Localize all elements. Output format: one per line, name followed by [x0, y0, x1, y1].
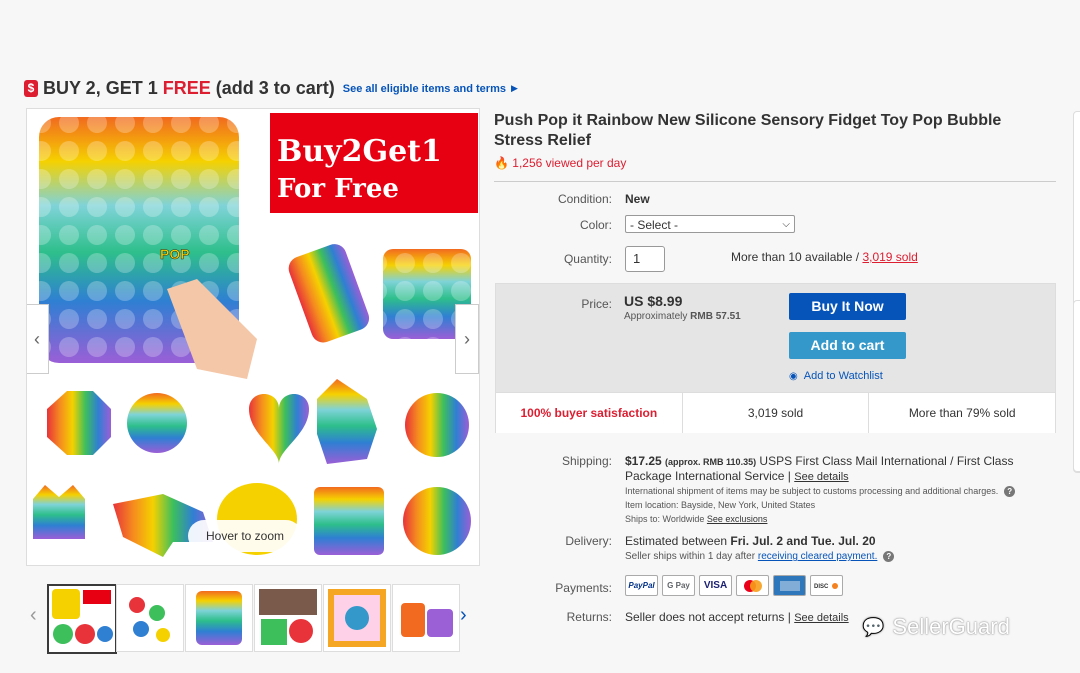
- color-label: Color:: [579, 218, 612, 232]
- thumbnail-1[interactable]: [47, 584, 117, 654]
- returns-policy: Seller does not accept returns |: [625, 610, 791, 624]
- help-icon[interactable]: ?: [883, 551, 895, 562]
- add-to-watchlist-link[interactable]: ◉ Add to Watchlist: [789, 370, 883, 382]
- color-selected-value: - Select -: [630, 218, 679, 232]
- watermark-text: SellerGuard: [892, 614, 1010, 639]
- stats-bar: 100% buyer satisfaction 3,019 sold More …: [496, 392, 1055, 433]
- add-to-cart-button[interactable]: Add to cart: [789, 332, 906, 359]
- views-text: 1,256 viewed per day: [512, 156, 627, 170]
- promo-text: BUY 2, GET 1: [43, 78, 158, 98]
- pop-text: POP: [160, 246, 190, 262]
- banner-line1: Buy2Get1: [277, 134, 442, 169]
- returns-see-details-link[interactable]: See details: [794, 612, 848, 624]
- see-exclusions-link[interactable]: See exclusions: [707, 514, 768, 524]
- cleared-payment-link[interactable]: receiving cleared payment.: [758, 551, 878, 562]
- discover-icon: DISC: [810, 575, 843, 596]
- visa-icon: VISA: [699, 575, 732, 596]
- paypal-icon: PayPal: [625, 575, 658, 596]
- eye-icon: ◉: [789, 371, 798, 382]
- chevron-down-icon: ⌵: [782, 219, 790, 230]
- google-pay-icon: G Pay: [662, 575, 695, 596]
- promo-terms-link[interactable]: See all eligible items and terms: [343, 83, 506, 95]
- thumb-prev-icon[interactable]: ‹: [30, 604, 37, 627]
- quantity-label: Quantity:: [563, 252, 612, 266]
- shipping-line2: Package International Service | See deta…: [625, 469, 849, 483]
- condition-label: Condition:: [557, 192, 612, 206]
- shipping-label: Shipping:: [561, 454, 612, 468]
- views-per-day: 🔥 1,256 viewed per day: [494, 156, 626, 170]
- ships-to-text: Ships to: Worldwide: [625, 514, 705, 524]
- thumbnail-5[interactable]: [323, 584, 391, 652]
- banner-line2: For Free: [277, 174, 399, 204]
- sold-count: 3,019 sold: [683, 393, 870, 433]
- availability: More than 10 available / 3,019 sold: [731, 250, 918, 264]
- next-image-button[interactable]: ›: [455, 304, 479, 374]
- approx-value: RMB 57.51: [690, 311, 741, 322]
- shipping-line1: $17.25 (approx. RMB 110.35) USPS First C…: [625, 454, 1013, 468]
- delivery-label: Delivery:: [565, 534, 612, 548]
- price-value: US $8.99: [624, 293, 683, 309]
- product-collage-image: POP Buy2Get1 For Free: [33, 113, 478, 557]
- shipping-note: International shipment of items may be s…: [625, 486, 1016, 497]
- shipping-service-cont: Package International Service |: [625, 469, 791, 483]
- shipping-see-details-link[interactable]: See details: [794, 471, 848, 483]
- thumbnail-2[interactable]: [116, 584, 184, 652]
- mastercard-icon: [736, 575, 769, 596]
- delivery-dates: Fri. Jul. 2 and Tue. Jul. 20: [730, 534, 876, 548]
- prev-image-button[interactable]: ‹: [27, 304, 49, 374]
- promo-free-text: FREE: [162, 78, 211, 98]
- thumbnail-6[interactable]: [392, 584, 460, 652]
- divider: [494, 181, 1056, 182]
- shipping-note-text: International shipment of items may be s…: [625, 486, 999, 496]
- payments-label: Payments:: [555, 581, 612, 595]
- sold-percent: More than 79% sold: [908, 406, 1016, 420]
- buyer-satisfaction: 100% buyer satisfaction: [496, 393, 683, 433]
- amex-icon: [773, 575, 806, 596]
- shipping-approx: (approx. RMB 110.35): [665, 457, 757, 467]
- payment-methods: PayPal G Pay VISA DISC: [625, 575, 843, 596]
- returns-text: Seller does not accept returns | See det…: [625, 610, 849, 624]
- returns-label: Returns:: [566, 610, 612, 624]
- thumbnail-strip: ‹ ›: [30, 584, 480, 654]
- shipping-service: USPS First Class Mail International / Fi…: [759, 454, 1014, 468]
- product-title: Push Pop it Rainbow New Silicone Sensory…: [494, 112, 1002, 149]
- available-text: More than 10 available /: [731, 250, 860, 264]
- side-panel-edge-2: [1073, 300, 1080, 472]
- watermark: 💬 SellerGuard: [862, 614, 1010, 640]
- shipping-cost: $17.25: [625, 454, 662, 468]
- promo-cart-text: (add 3 to cart): [215, 78, 335, 98]
- thumbnail-4[interactable]: [254, 584, 322, 652]
- color-select[interactable]: - Select - ⌵: [625, 215, 795, 233]
- item-location: Item location: Bayside, New York, United…: [625, 500, 816, 510]
- seller-ships: Seller ships within 1 day after receivin…: [625, 551, 895, 562]
- promo-banner: $ BUY 2, GET 1 FREE (add 3 to cart) See …: [24, 78, 518, 99]
- condition-value: New: [625, 192, 650, 206]
- buy-it-now-button[interactable]: Buy It Now: [789, 293, 906, 320]
- sold-link[interactable]: 3,019 sold: [862, 250, 917, 264]
- price-tag-icon: $: [24, 80, 38, 97]
- wechat-icon: 💬: [862, 616, 885, 637]
- delivery-estimate: Estimated between Fri. Jul. 2 and Tue. J…: [625, 534, 876, 548]
- fire-icon: 🔥: [494, 156, 513, 170]
- main-product-image[interactable]: POP Buy2Get1 For Free ‹ ›: [26, 108, 480, 566]
- approx-prefix: Approximately: [624, 311, 688, 322]
- watchlist-text: Add to Watchlist: [803, 370, 883, 382]
- ships-to: Ships to: Worldwide See exclusions: [625, 514, 767, 524]
- arrow-right-icon: ▶: [510, 83, 518, 93]
- price-label: Price:: [581, 297, 612, 311]
- thumbnail-3[interactable]: [185, 584, 253, 652]
- quantity-input[interactable]: 1: [625, 246, 665, 272]
- seller-ships-text: Seller ships within 1 day after: [625, 551, 756, 562]
- thumb-next-icon[interactable]: ›: [460, 604, 467, 627]
- hover-to-zoom-hint: Hover to zoom: [188, 520, 302, 552]
- price-approx: Approximately RMB 57.51: [624, 311, 741, 322]
- delivery-prefix: Estimated between: [625, 534, 728, 548]
- svg-text:DISC: DISC: [814, 584, 829, 590]
- help-icon[interactable]: ?: [1004, 486, 1016, 497]
